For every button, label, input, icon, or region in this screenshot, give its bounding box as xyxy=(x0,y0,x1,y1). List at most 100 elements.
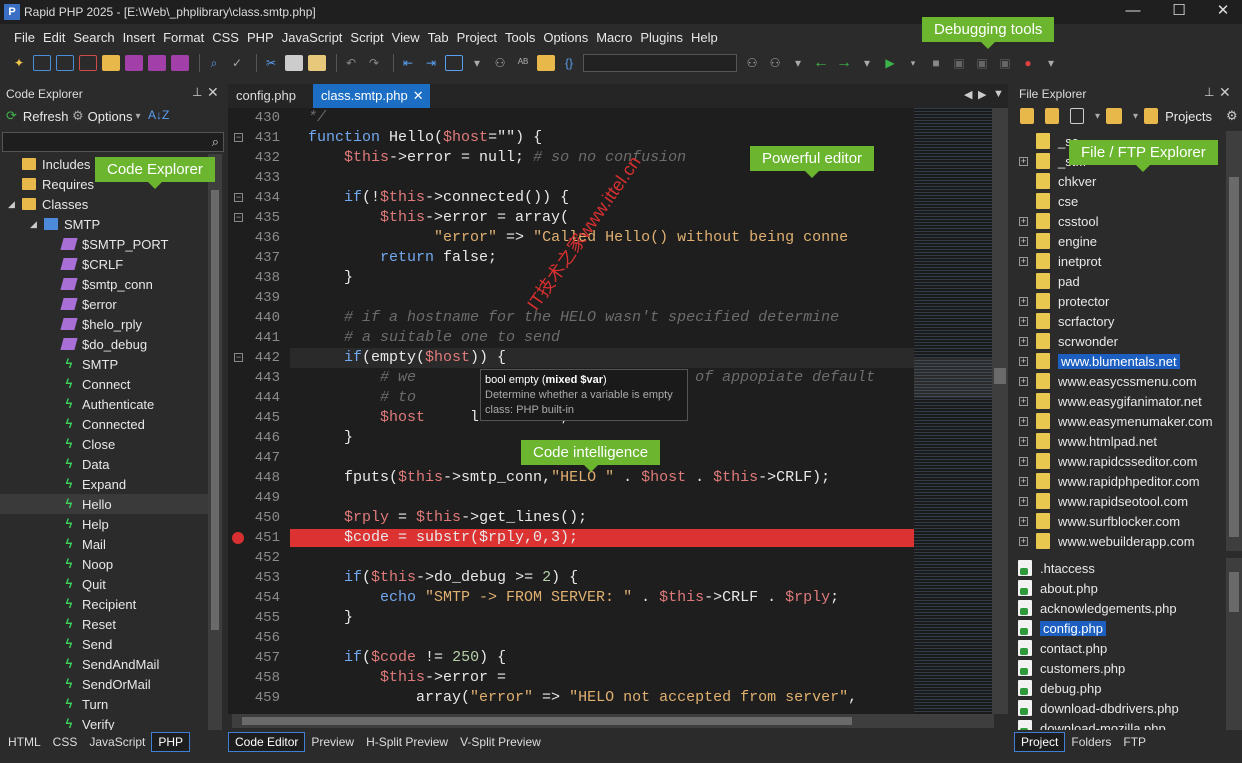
sort-az-icon[interactable]: A↓Z xyxy=(148,108,169,122)
scrollbar-thumb[interactable] xyxy=(1229,572,1239,612)
tree-item[interactable]: ϟ SendAndMail xyxy=(0,654,208,674)
pin-icon[interactable]: ⊥ xyxy=(192,85,202,99)
step-over-icon[interactable]: ▣ xyxy=(973,55,991,71)
close-window-button[interactable]: ✕ xyxy=(1200,0,1242,24)
expand-plus-icon[interactable]: + xyxy=(1019,356,1028,366)
expand-plus-icon[interactable]: + xyxy=(1019,456,1028,466)
tree-item[interactable]: ◢ SMTP xyxy=(0,214,208,234)
tree-item[interactable]: $do_debug xyxy=(0,334,208,354)
folder-tree-item[interactable]: +pad xyxy=(1014,271,1226,291)
projects-button[interactable]: Projects xyxy=(1165,109,1212,124)
expand-plus-icon[interactable]: + xyxy=(1019,316,1028,326)
expand-plus-icon[interactable]: + xyxy=(1019,436,1028,446)
expand-plus-icon[interactable]: + xyxy=(1019,236,1028,246)
tree-item[interactable]: ϟ Mail xyxy=(0,534,208,554)
view-mode-icon[interactable] xyxy=(1070,108,1084,124)
menu-search[interactable]: Search xyxy=(73,30,114,45)
folder-tree-scrollbar[interactable] xyxy=(1226,131,1242,551)
chevron-down-icon[interactable]: ▾ xyxy=(1042,55,1060,71)
tab-class-smtp-php[interactable]: class.smtp.php ✕ xyxy=(313,84,430,108)
menu-tab[interactable]: Tab xyxy=(428,30,449,45)
expand-arrow-icon[interactable]: ◢ xyxy=(30,219,37,230)
back-arrow-icon[interactable]: ← xyxy=(812,55,830,71)
menu-macro[interactable]: Macro xyxy=(596,30,632,45)
menu-php[interactable]: PHP xyxy=(247,30,274,45)
scrollbar-thumb[interactable] xyxy=(242,717,852,725)
menu-insert[interactable]: Insert xyxy=(123,30,156,45)
expand-plus-icon[interactable]: + xyxy=(1019,496,1028,506)
folder-tree-item[interactable]: + www.easycssmenu.com xyxy=(1014,371,1226,391)
tree-item[interactable]: ϟ Connected xyxy=(0,414,208,434)
menu-help[interactable]: Help xyxy=(691,30,718,45)
tree-item[interactable]: ϟ Authenticate xyxy=(0,394,208,414)
chevron-down-icon[interactable]: ▾ xyxy=(1095,111,1100,122)
expand-plus-icon[interactable]: + xyxy=(1019,476,1028,486)
pin-icon[interactable]: ⊥ xyxy=(1204,85,1214,99)
editor-vertical-scrollbar[interactable] xyxy=(992,108,1008,714)
tree-item[interactable]: $CRLF xyxy=(0,254,208,274)
folder-tree-item[interactable]: + engine xyxy=(1014,231,1226,251)
file-list-item[interactable]: download-mozilla.php xyxy=(1014,718,1226,730)
menu-format[interactable]: Format xyxy=(163,30,204,45)
tab-list-icon[interactable]: ▼ xyxy=(993,88,1004,100)
tree-item[interactable]: ϟ Turn xyxy=(0,694,208,714)
folder-tree-item[interactable]: + www.easygifanimator.net xyxy=(1014,391,1226,411)
chevron-down-icon[interactable]: ▾ xyxy=(858,55,876,71)
file-list-item[interactable]: acknowledgements.php xyxy=(1014,598,1226,618)
open-project-icon[interactable] xyxy=(537,55,555,71)
fold-toggle-icon[interactable]: − xyxy=(234,133,243,142)
folder-tree-item[interactable]: +cse xyxy=(1014,191,1226,211)
tab-project[interactable]: Project xyxy=(1014,732,1066,752)
up-folder-icon[interactable] xyxy=(1020,108,1034,124)
breakpoint-icon[interactable]: ● xyxy=(1019,55,1037,71)
indent-icon[interactable]: ⇤ xyxy=(399,55,417,71)
close-panel-icon[interactable]: ✕ xyxy=(207,84,219,101)
file-list-item[interactable]: contact.php xyxy=(1014,638,1226,658)
tab-php[interactable]: PHP xyxy=(151,732,191,752)
new-file-icon[interactable]: ✦ xyxy=(10,55,28,71)
maximize-button[interactable]: ☐ xyxy=(1156,0,1202,24)
options-button[interactable]: ⚙ Options ▾ xyxy=(72,108,141,124)
minimize-button[interactable]: — xyxy=(1110,0,1156,24)
menu-file[interactable]: File xyxy=(14,30,35,45)
expand-plus-icon[interactable]: + xyxy=(1019,216,1028,226)
tab-css[interactable]: CSS xyxy=(47,733,84,751)
find-prev-icon[interactable]: ⚇ xyxy=(766,55,784,71)
paste-icon[interactable] xyxy=(308,55,326,71)
folder-tree-item[interactable]: + www.rapidphpeditor.com xyxy=(1014,471,1226,491)
tree-item[interactable]: ϟ Data xyxy=(0,454,208,474)
folder-tree-item[interactable]: + csstool xyxy=(1014,211,1226,231)
expand-plus-icon[interactable]: + xyxy=(1019,336,1028,346)
settings-icon[interactable]: ⚙ xyxy=(1226,108,1238,124)
tree-item[interactable]: ϟ Hello xyxy=(0,494,208,514)
spellcheck-icon[interactable]: ✓ xyxy=(228,55,246,71)
step-out-icon[interactable]: ▣ xyxy=(996,55,1014,71)
folder-tree-item[interactable]: + www.blumentals.net xyxy=(1014,351,1226,371)
menu-view[interactable]: View xyxy=(392,30,420,45)
save-all-icon[interactable] xyxy=(148,55,166,71)
expand-plus-icon[interactable]: + xyxy=(1019,296,1028,306)
close-tab-icon[interactable]: ✕ xyxy=(413,84,424,108)
folder-tree-item[interactable]: + www.htmlpad.net xyxy=(1014,431,1226,451)
run-debug-icon[interactable]: ▶ xyxy=(881,55,899,71)
tab-scroll-right-icon[interactable]: ▶ xyxy=(978,88,986,101)
close-panel-icon[interactable]: ✕ xyxy=(1219,84,1231,101)
forward-arrow-icon[interactable]: → xyxy=(835,55,853,71)
menu-css[interactable]: CSS xyxy=(212,30,239,45)
file-list-item[interactable]: download-dbdrivers.php xyxy=(1014,698,1226,718)
undo-icon[interactable]: ↶ xyxy=(342,55,360,71)
tree-item[interactable]: ϟ Send xyxy=(0,634,208,654)
file-list-item[interactable]: .htaccess xyxy=(1014,558,1226,578)
expand-plus-icon[interactable]: + xyxy=(1019,376,1028,386)
copy-icon[interactable] xyxy=(285,55,303,71)
tab-html[interactable]: HTML xyxy=(2,733,47,751)
folder-tree-item[interactable]: + www.easymenumaker.com xyxy=(1014,411,1226,431)
file-list-item[interactable]: about.php xyxy=(1014,578,1226,598)
search-icon[interactable]: ⌕ xyxy=(205,55,223,71)
open-folder-icon[interactable] xyxy=(102,55,120,71)
tree-item[interactable]: ϟ Close xyxy=(0,434,208,454)
cut-icon[interactable]: ✂ xyxy=(262,55,280,71)
new-html-icon[interactable] xyxy=(33,55,51,71)
tree-item[interactable]: $helo_rply xyxy=(0,314,208,334)
function-list-dropdown[interactable] xyxy=(583,54,737,72)
